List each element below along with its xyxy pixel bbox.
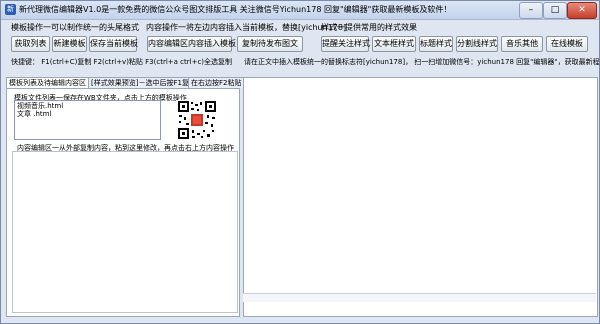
template-listbox[interactable]: 视频音乐.html 文章 .html [14,100,161,140]
app-window: 新 新代理微信编辑器V1.0是一款免费的微信公众号图文排版工具 关注微信号Yic… [0,0,600,324]
tab-style-preview[interactable]: [样式效果预览]－选中后按F1复制 [88,77,199,88]
list-item[interactable]: 视频音乐.html [17,102,158,110]
style-section-label: 样式一提供常用的样式效果 [321,23,417,32]
music-other-button[interactable]: 音乐其他 [501,36,543,52]
app-icon: 新 [5,4,16,15]
template-section-label: 模板操作一可以制作统一的头尾格式 [11,23,139,32]
online-template-button[interactable]: 在线模板 [546,36,588,52]
window-title: 新代理微信编辑器V1.0是一款免费的微信公众号图文排版工具 关注微信号Yichu… [19,5,452,14]
content-editor[interactable] [12,151,238,313]
title-bar[interactable]: 新 新代理微信编辑器V1.0是一款免费的微信公众号图文排版工具 关注微信号Yic… [1,1,599,20]
divider-style-button[interactable]: 分割线样式 [456,36,498,52]
preview-pane[interactable] [243,77,598,317]
follow-style-button[interactable]: 提醒关注样式 [321,36,370,52]
close-button[interactable]: ✕ [567,2,597,19]
shortcut-hint: 快捷键： F1(ctrl+C)复制 F2(ctrl+v)粘贴 F3(ctrl+a… [11,58,233,66]
list-item[interactable]: 文章 .html [17,110,158,118]
copy-post-button[interactable]: 复制待发布图文 [237,36,303,52]
maximize-button[interactable]: □ [543,2,567,19]
textbox-style-button[interactable]: 文本框样式 [372,36,416,52]
qr-code-image [177,100,217,140]
minimize-button[interactable]: – [519,2,543,19]
get-list-button[interactable]: 获取列表 [11,36,50,52]
horizontal-scrollbar[interactable] [243,293,596,302]
insert-hint: 请在正文中插入模板统一的替换标志符[yichun178]， 扫一扫增加微信号：y… [244,58,600,66]
content-section-label: 内容操作一将左边内容插入当前模板，替换[yichun178] [146,23,347,32]
save-template-button[interactable]: 保存当前模板 [89,36,138,52]
new-template-button[interactable]: 新建模板 [52,36,87,52]
insert-content-button[interactable]: 内容编辑区内容插入模板 [147,36,236,52]
title-style-button[interactable]: 标题样式 [419,36,453,52]
tab-paste-right[interactable]: 在右边按F2粘贴 [188,77,245,88]
